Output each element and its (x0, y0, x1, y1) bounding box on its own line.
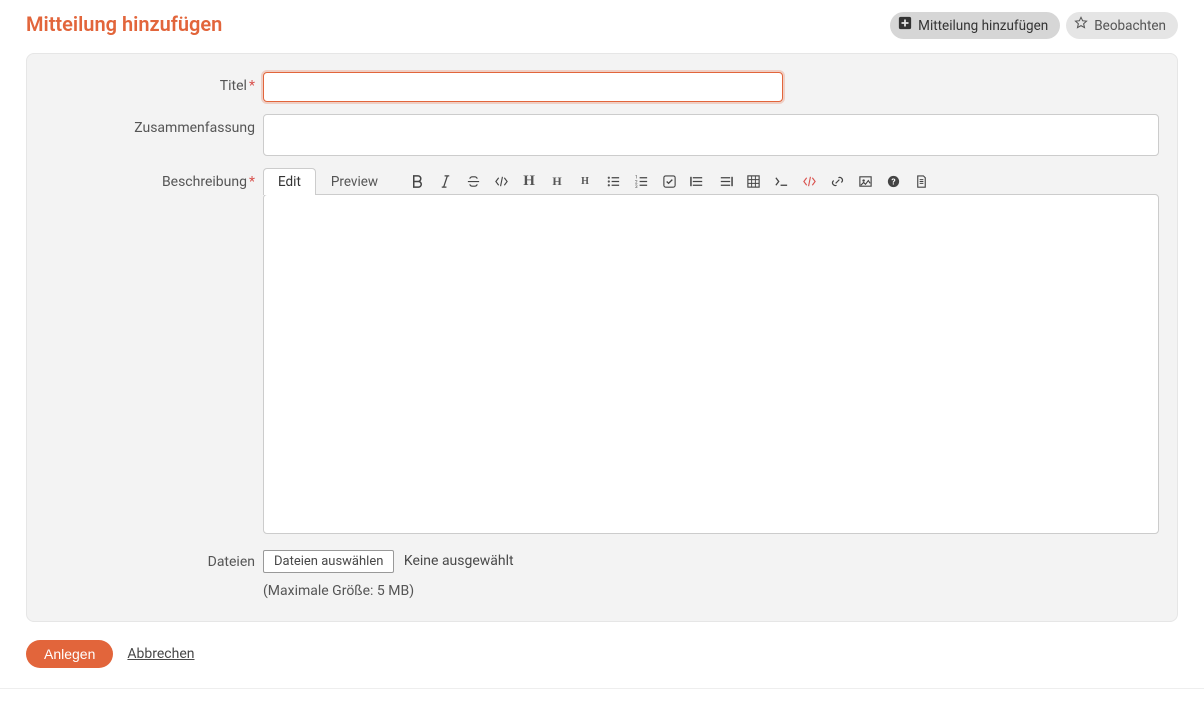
strikethrough-icon[interactable] (463, 172, 483, 192)
ordered-list-icon[interactable]: 123 (631, 172, 651, 192)
file-size-hint: (Maximale Größe: 5 MB) (263, 583, 1159, 599)
plus-square-icon (898, 16, 912, 35)
svg-text:3: 3 (634, 184, 637, 189)
add-news-label: Mitteilung hinzufügen (918, 17, 1048, 35)
heading2-icon[interactable]: H (547, 172, 567, 192)
tab-edit[interactable]: Edit (263, 168, 316, 195)
link-icon[interactable] (827, 172, 847, 192)
tab-preview[interactable]: Preview (316, 168, 393, 195)
document-icon[interactable] (911, 172, 931, 192)
help-icon[interactable]: ? (883, 172, 903, 192)
editor-toolbar: H H H 123 ? (407, 172, 931, 192)
unquote-icon[interactable] (715, 172, 735, 192)
submit-button[interactable]: Anlegen (26, 640, 113, 668)
code-highlight-icon[interactable] (799, 172, 819, 192)
inline-code-icon[interactable] (491, 172, 511, 192)
summary-label: Zusammenfassung (45, 114, 263, 136)
page-title: Mitteilung hinzufügen (26, 12, 222, 36)
svg-text:?: ? (891, 177, 895, 187)
add-news-button[interactable]: Mitteilung hinzufügen (890, 12, 1060, 39)
table-icon[interactable] (743, 172, 763, 192)
required-asterisk: * (249, 174, 255, 190)
contextual-actions: Mitteilung hinzufügen Beobachten (890, 12, 1178, 39)
title-label: Titel* (45, 72, 263, 94)
files-label: Dateien (45, 550, 263, 570)
file-status: Keine ausgewählt (404, 553, 514, 569)
required-asterisk: * (249, 78, 255, 94)
heading3-icon[interactable]: H (575, 172, 595, 192)
choose-files-button[interactable]: Dateien auswählen (263, 550, 394, 573)
form-box: Titel* Zusammenfassung Beschreibung* Edi… (26, 53, 1178, 622)
italic-icon[interactable] (435, 172, 455, 192)
pre-icon[interactable] (771, 172, 791, 192)
star-icon (1074, 16, 1088, 35)
cancel-link[interactable]: Abbrechen (127, 646, 194, 662)
quote-icon[interactable] (687, 172, 707, 192)
tasklist-icon[interactable] (659, 172, 679, 192)
description-textarea[interactable] (263, 194, 1159, 534)
bold-icon[interactable] (407, 172, 427, 192)
unordered-list-icon[interactable] (603, 172, 623, 192)
summary-input[interactable] (263, 114, 1159, 156)
description-label: Beschreibung* (45, 168, 263, 190)
image-icon[interactable] (855, 172, 875, 192)
title-input[interactable] (263, 72, 783, 102)
watch-button[interactable]: Beobachten (1066, 12, 1178, 39)
watch-label: Beobachten (1094, 17, 1166, 35)
heading1-icon[interactable]: H (519, 172, 539, 192)
